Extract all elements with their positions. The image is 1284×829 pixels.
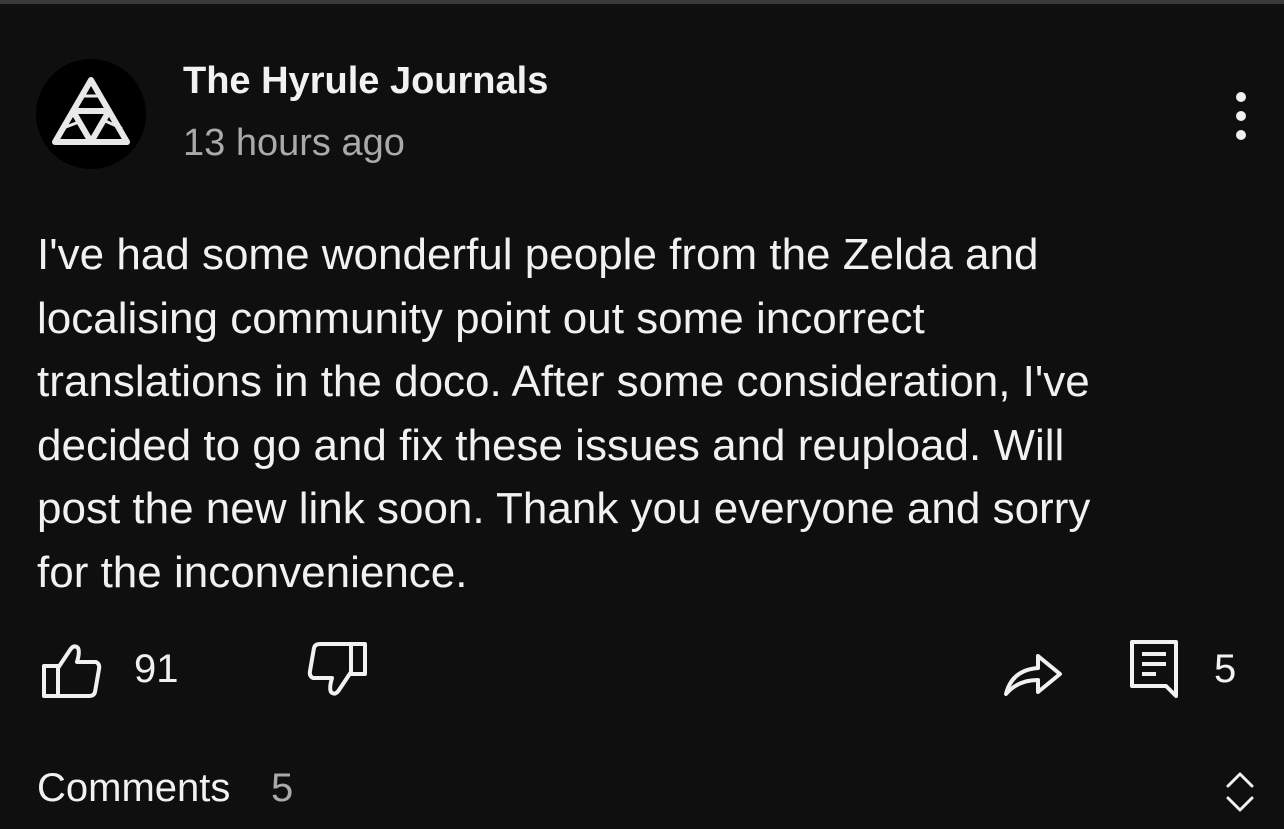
post-text-line: I've had some wonderful people from the …: [37, 230, 1039, 279]
post-text-line: post the new link soon. Thank you everyo…: [37, 484, 1091, 533]
post-text-line: decided to go and fix these issues and r…: [37, 420, 1065, 470]
thumbs-down-icon: [307, 642, 367, 696]
thumbs-up-icon: [42, 644, 102, 698]
share-icon: [1004, 654, 1062, 696]
post-text-line: for the inconvenience.: [37, 547, 468, 597]
comments-label: Comments: [37, 766, 231, 810]
comment-button[interactable]: [1126, 636, 1186, 700]
comments-section-header[interactable]: Comments 5: [0, 756, 1284, 829]
triforce-icon: [52, 77, 130, 145]
post-body: I've had some wonderful people from the …: [37, 223, 1252, 604]
community-post: The Hyrule Journals 13 hours ago I've ha…: [0, 4, 1284, 825]
share-button[interactable]: [1000, 640, 1064, 700]
post-text-line: translations in the doco. After some con…: [37, 357, 1090, 406]
expand-collapse-icon[interactable]: [1220, 768, 1260, 816]
channel-name[interactable]: The Hyrule Journals: [183, 60, 548, 103]
dislike-button[interactable]: [305, 640, 369, 700]
comment-count: 5: [1214, 647, 1237, 691]
channel-avatar[interactable]: [36, 59, 146, 169]
like-count: 91: [134, 647, 179, 691]
more-vertical-icon-dot: [1236, 111, 1246, 121]
post-timestamp: 13 hours ago: [183, 122, 405, 164]
comments-count: 5: [271, 766, 294, 810]
more-options-button[interactable]: [1218, 86, 1264, 146]
more-vertical-icon-dot: [1236, 130, 1246, 140]
like-button[interactable]: [40, 640, 104, 700]
more-vertical-icon: [1236, 92, 1246, 102]
post-text-line: localising community point out some inco…: [37, 293, 925, 343]
comment-icon: [1130, 640, 1178, 698]
